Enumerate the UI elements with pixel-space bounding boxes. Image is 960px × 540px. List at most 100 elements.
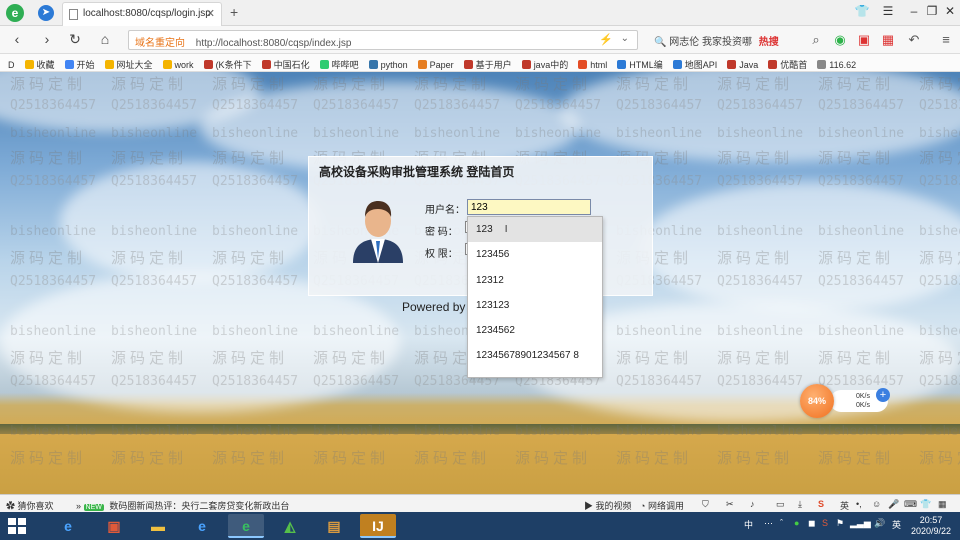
status-left[interactable]: ✿ 猜你喜欢 <box>6 499 54 512</box>
sound-icon[interactable]: ♪ <box>750 499 755 509</box>
tray-dots-icon[interactable]: ⋯ <box>764 518 773 529</box>
network-signal-icon[interactable]: ▂▃▅ <box>850 518 871 529</box>
tray-chevron-icon[interactable]: ˆ <box>780 518 783 528</box>
tray-app-icon[interactable]: ● <box>794 518 799 528</box>
ie-icon[interactable]: e <box>50 514 86 538</box>
input-lang[interactable]: 中 <box>744 518 753 531</box>
tab-close-icon[interactable]: ✕ <box>206 7 215 20</box>
download-icon[interactable]: ⤓ <box>798 499 802 510</box>
idea-icon[interactable]: IJ <box>360 514 396 538</box>
username-input[interactable] <box>467 199 591 215</box>
autocomplete-option[interactable]: 12312 <box>468 268 602 293</box>
browser-taskbar-icon[interactable]: e <box>228 514 264 538</box>
bookmark-favicon-icon <box>521 60 531 69</box>
undo-icon[interactable]: ↶ <box>906 32 922 48</box>
app-icon[interactable]: ▣ <box>96 514 132 538</box>
address-input[interactable]: 域名重定向 http://localhost:8080/cqsp/index.j… <box>128 30 638 50</box>
search-icon[interactable]: ⌕ <box>808 32 824 48</box>
network-icon: ◔ <box>640 501 646 511</box>
ie-icon[interactable]: e <box>184 514 220 538</box>
url-text: http://localhost:8080/cqsp/index.jsp <box>195 38 352 49</box>
refresh-icon[interactable]: ↻ <box>66 31 84 48</box>
video-item[interactable]: ▶ 我的视频 <box>584 499 632 512</box>
extension-icon[interactable]: ▣ <box>856 32 872 48</box>
tree-line <box>0 424 960 434</box>
windows-start-icon[interactable] <box>8 518 26 534</box>
bookmark-favicon-icon <box>768 60 778 69</box>
toolbox-icon[interactable]: ▦ <box>938 499 947 510</box>
mic-icon[interactable]: 🎤 <box>888 499 899 510</box>
tray-lang[interactable]: 英 <box>892 518 901 531</box>
shield-icon[interactable]: ⛉ <box>702 499 709 510</box>
skin-icon[interactable]: 👕 <box>920 499 931 510</box>
home-icon[interactable]: ⌂ <box>96 31 114 47</box>
play-icon: ▶ <box>584 501 594 511</box>
chevron-down-icon[interactable]: ⌄ <box>621 33 629 44</box>
bookmark-item[interactable]: 116.62 <box>817 56 858 70</box>
bookmark-item[interactable]: HTML编 <box>617 54 665 71</box>
forward-icon[interactable]: › <box>38 31 56 47</box>
tray-flag-icon[interactable]: ⚑ <box>836 518 844 529</box>
browser-tab[interactable]: localhost:8080/cqsp/login.jsp ✕ <box>62 2 222 26</box>
bookmark-label: Java <box>739 60 759 70</box>
screenshot-icon[interactable]: ✂ <box>726 499 734 510</box>
emoji-icon[interactable]: ☺ <box>872 499 881 509</box>
navigate-icon[interactable]: ➤ <box>38 5 54 21</box>
bookmark-item[interactable]: 网址大全 <box>104 54 155 71</box>
wechat-icon[interactable]: ◉ <box>832 32 848 48</box>
bookmark-item[interactable]: 优酷首 <box>768 54 809 71</box>
bookmark-item[interactable]: Java <box>727 56 760 70</box>
bookmark-item[interactable]: 收藏 <box>24 54 57 71</box>
bookmark-favicon-icon <box>463 60 473 69</box>
watermark-text: 源码定制 <box>414 449 491 467</box>
sogou-icon[interactable]: S <box>818 499 824 509</box>
clock[interactable]: 20:57 2020/9/22 <box>906 515 956 537</box>
menu-icon[interactable]: ☰ <box>878 4 898 18</box>
grid-icon[interactable]: ▦ <box>880 32 896 48</box>
lang-label[interactable]: 英 <box>840 499 849 512</box>
settings-menu-icon[interactable]: ≡ <box>938 32 954 47</box>
shirt-skin-icon[interactable]: 👕 <box>852 4 872 18</box>
network-speed-widget[interactable]: 0K/s 0K/s 84% + <box>800 384 890 418</box>
volume-icon[interactable]: 🔊 <box>874 518 885 529</box>
bookmark-label: work <box>174 60 194 70</box>
login-title: 高校设备采购审批管理系统 登陆首页 <box>319 165 515 179</box>
network-item[interactable]: ◔ 网络调用 <box>640 499 684 512</box>
bookmark-item[interactable]: work <box>162 56 196 70</box>
back-icon[interactable]: ‹ <box>8 31 26 47</box>
autocomplete-option[interactable]: 123 I <box>468 217 602 243</box>
bookmark-item[interactable]: 开始 <box>64 54 97 71</box>
window-icon[interactable]: ▭ <box>776 499 785 510</box>
android-icon[interactable]: ◭ <box>272 514 308 538</box>
book-icon[interactable]: ▤ <box>316 514 352 538</box>
autocomplete-option[interactable]: 123123 <box>468 293 602 318</box>
keyboard-icon[interactable]: ⌨ <box>904 499 917 510</box>
maximize-icon[interactable]: ❐ <box>922 4 942 18</box>
bookmark-item[interactable]: 地图API <box>672 54 720 71</box>
bookmark-item[interactable]: 哔哔吧 <box>319 54 361 71</box>
tray-sogou-icon[interactable]: S <box>822 518 828 528</box>
close-window-icon[interactable]: ✕ <box>940 4 960 18</box>
bookmark-item[interactable]: html <box>578 56 609 70</box>
bookmark-item[interactable]: python <box>368 56 410 70</box>
autocomplete-option[interactable]: 123456 <box>468 242 602 267</box>
bookmark-item[interactable]: (K条件下 <box>203 54 254 71</box>
news-item[interactable]: » NEW 数码圈新闻热评：央行二套房贷变化新政出台 <box>76 499 289 512</box>
bookmark-favicon-icon <box>319 60 329 69</box>
speed-boost-icon[interactable]: + <box>876 388 890 402</box>
bookmark-toggle-icon[interactable]: D <box>8 56 17 70</box>
browser-logo-icon[interactable]: e <box>6 4 24 22</box>
new-tab-icon[interactable]: + <box>230 4 238 20</box>
autocomplete-option[interactable]: 1234562 <box>468 318 602 343</box>
folder-icon[interactable]: ▬ <box>140 514 176 538</box>
autocomplete-option[interactable]: 12345678901234567 8 <box>468 343 602 368</box>
bookmark-item[interactable]: Paper <box>417 56 456 70</box>
bookmark-item[interactable]: java中的 <box>521 54 571 71</box>
search-input[interactable]: 🔍 网志伦 我家投资哪 热搜 <box>652 30 802 50</box>
bookmark-item[interactable]: 基于用户 <box>463 54 514 71</box>
punctuation-icon[interactable]: •, <box>856 499 862 509</box>
tray-app-icon[interactable]: ◼ <box>808 518 815 529</box>
bookmark-item[interactable]: 中国石化 <box>261 54 312 71</box>
minimize-icon[interactable]: – <box>904 4 924 18</box>
lightning-icon[interactable]: ⚡ <box>599 33 613 46</box>
